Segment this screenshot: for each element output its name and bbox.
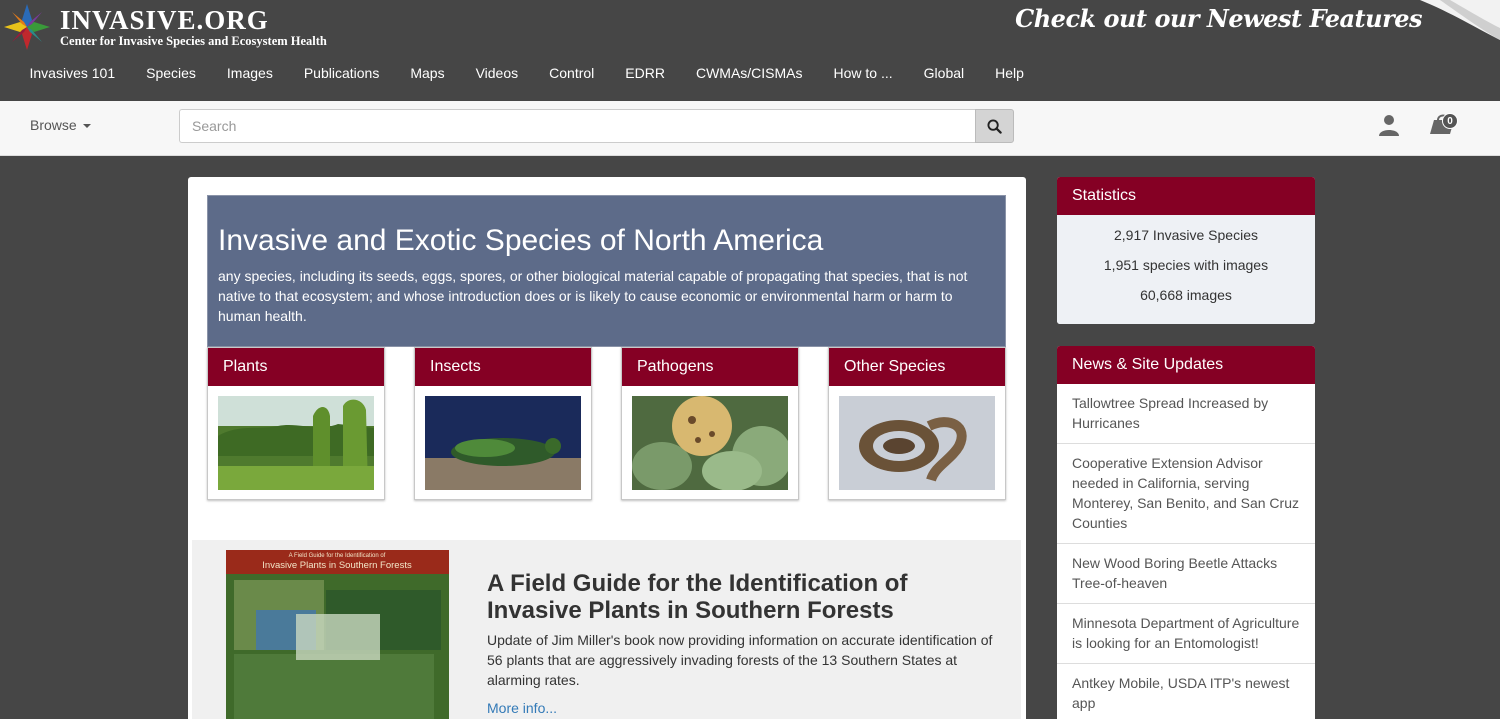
news-heading: News & Site Updates [1057,346,1315,384]
browse-dropdown[interactable]: Browse [30,117,91,133]
site-logo-link[interactable]: INVASIVE.ORG Center for Invasive Species… [2,2,362,52]
main-content: Invasive and Exotic Species of North Ame… [188,177,1026,719]
nav-images[interactable]: Images [211,62,288,86]
hero-description: any species, including its seeds, eggs, … [218,268,968,324]
main-nav: Invasives 101 Species Images Publication… [14,62,1039,86]
logo-star-icon [4,4,50,50]
stat-item: 2,917 Invasive Species [1114,227,1258,243]
featured-publication: A Field Guide for the Identification of … [192,540,1021,719]
search-bar: Browse [0,101,1500,156]
site-subtitle: Center for Invasive Species and Ecosyste… [60,34,327,48]
news-item[interactable]: Cooperative Extension Advisor needed in … [1057,444,1315,544]
nav-help[interactable]: Help [980,62,1040,86]
other-species-image [839,396,995,490]
feature-title: A Field Guide for the Identification of … [487,570,908,624]
nav-control[interactable]: Control [534,62,610,86]
browse-label: Browse [30,117,77,133]
news-item[interactable]: Minnesota Department of Agriculture is l… [1057,604,1315,664]
category-title: Plants [208,348,384,386]
stat-item: 60,668 images [1140,287,1232,303]
nav-invasives-101[interactable]: Invasives 101 [14,62,131,86]
nav-maps[interactable]: Maps [395,62,460,86]
caret-down-icon [82,124,91,129]
category-title: Other Species [829,348,1005,386]
plants-image [218,396,374,490]
search-button[interactable] [975,109,1014,143]
nav-edrr[interactable]: EDRR [610,62,681,86]
user-account-icon[interactable] [1377,113,1401,137]
category-cards: Plants Insects Pathogens Other Species [207,347,1007,501]
news-item[interactable]: New Wood Boring Beetle Attacks Tree-of-h… [1057,544,1315,604]
newest-features-banner[interactable]: Check out our Newest Features [1015,0,1500,44]
statistics-panel: Statistics 2,917 Invasive Species 1,951 … [1057,177,1315,324]
nav-global[interactable]: Global [908,62,979,86]
insects-image [425,396,581,490]
category-title: Pathogens [622,348,798,386]
news-item[interactable]: Antkey Mobile, USDA ITP's newest app [1057,664,1315,719]
search-icon [987,118,1002,134]
category-card-pathogens[interactable]: Pathogens [621,347,799,500]
nav-publications[interactable]: Publications [288,62,395,86]
category-title: Insects [415,348,591,386]
category-card-insects[interactable]: Insects [414,347,592,500]
category-card-plants[interactable]: Plants [207,347,385,500]
stat-item: 1,951 species with images [1103,257,1269,273]
book-cover-title: Invasive Plants in Southern Forests [262,560,412,571]
site-header: INVASIVE.ORG Center for Invasive Species… [0,0,1500,101]
site-name: INVASIVE.ORG [60,5,269,35]
nav-cwmas-cismas[interactable]: CWMAs/CISMAs [680,62,818,86]
book-cover-link[interactable]: A Field Guide for the Identification of … [226,550,449,719]
category-card-other-species[interactable]: Other Species [828,347,1006,500]
news-item[interactable]: Tallowtree Spread Increased by Hurricane… [1057,384,1315,444]
nav-videos[interactable]: Videos [460,62,534,86]
page-curl-icon [1420,0,1500,40]
feature-description: Update of Jim Miller's book now providin… [487,632,993,688]
hero-banner: Invasive and Exotic Species of North Ame… [207,195,1006,347]
pathogens-image [632,396,788,490]
book-cover-image: A Field Guide for the Identification of … [226,550,449,719]
newest-features-text: Check out our Newest Features [1015,4,1422,33]
more-info-link[interactable]: More info... [487,700,557,716]
nav-species[interactable]: Species [131,62,212,86]
statistics-heading: Statistics [1057,177,1315,215]
news-panel: News & Site Updates Tallowtree Spread In… [1057,346,1315,719]
book-cover-small-text: A Field Guide for the Identification of [289,553,386,559]
hero-title: Invasive and Exotic Species of North Ame… [218,224,824,257]
nav-how-to[interactable]: How to ... [818,62,908,86]
search-input[interactable] [179,109,976,143]
statistics-body: 2,917 Invasive Species 1,951 species wit… [1057,215,1315,324]
cart-count-badge: 0 [1442,113,1458,129]
